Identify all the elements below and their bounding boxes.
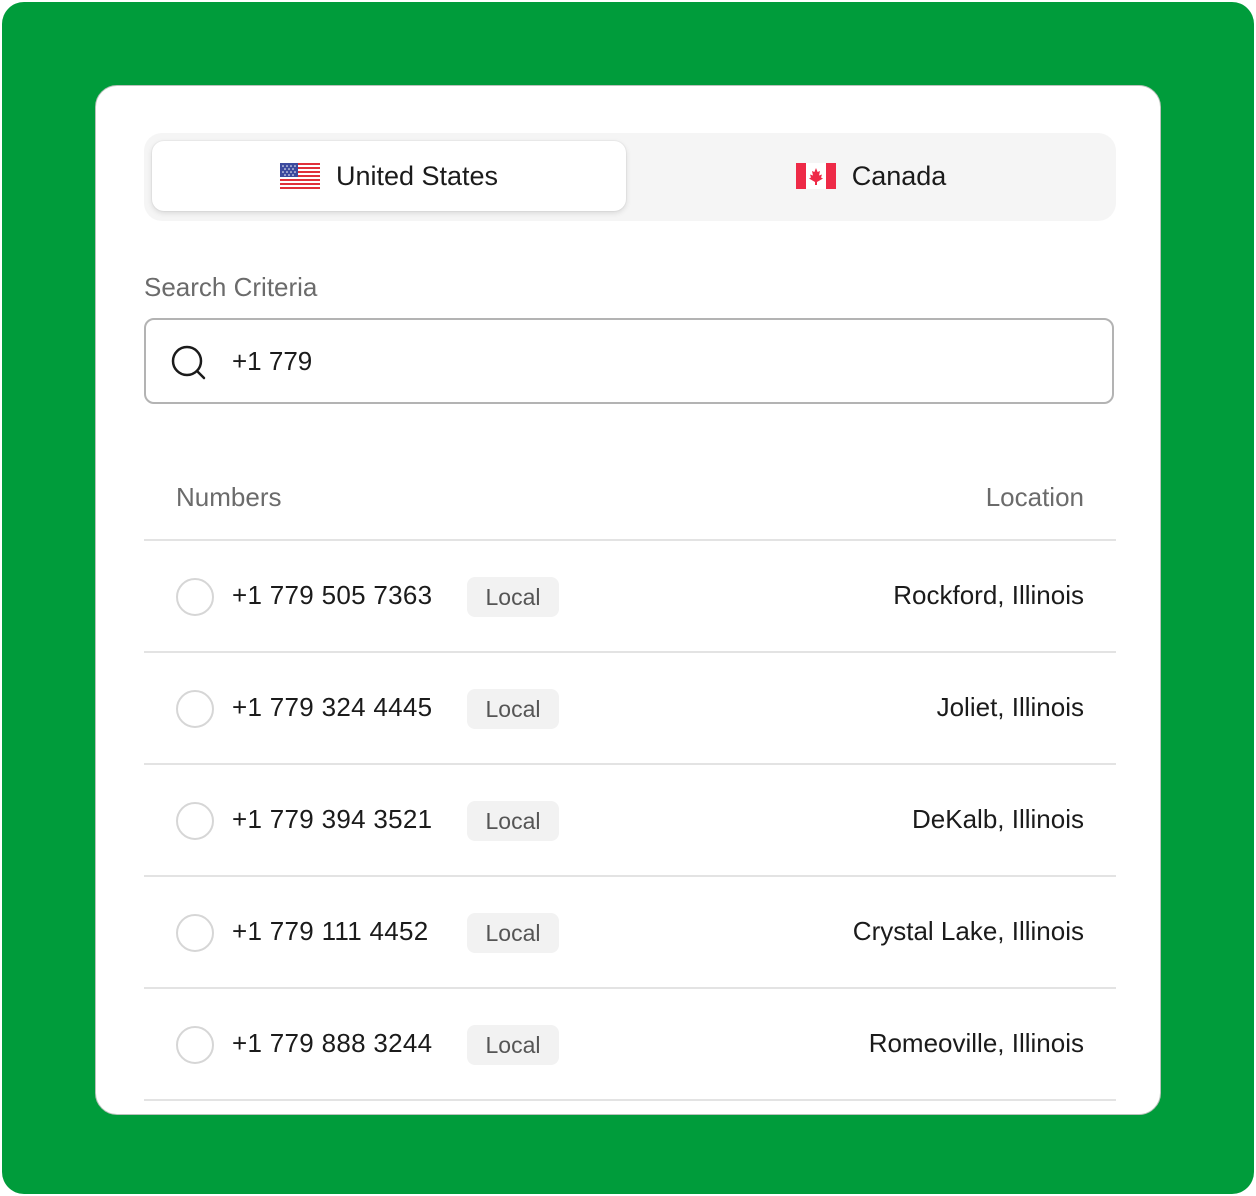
tab-united-states-label: United States [335,160,499,191]
row-location: Romeoville, Illinois [868,1028,1084,1058]
row-radio[interactable] [176,690,214,728]
row-radio[interactable] [176,802,214,840]
column-header-location: Location [985,482,1084,512]
tab-canada[interactable]: Canada [634,141,1108,211]
phone-number: +1 779 505 7363 [232,580,433,610]
number-type-badge: Local [467,577,559,617]
table-row[interactable]: +1 779 888 3244 Local Romeoville, Illino… [144,989,1116,1101]
column-header-numbers: Numbers [176,482,282,512]
table-row[interactable]: +1 779 111 4452 Local Crystal Lake, Illi… [144,877,1116,989]
table-row[interactable]: +1 779 394 3521 Local DeKalb, Illinois [144,765,1116,877]
table-row[interactable]: +1 779 324 4445 Local Joliet, Illinois [144,653,1116,765]
search-field[interactable] [144,318,1114,404]
tab-united-states[interactable]: United States [152,141,626,211]
phone-number: +1 779 888 3244 [232,1028,433,1058]
phone-number: +1 779 324 4445 [232,692,433,722]
us-flag-icon [279,163,320,189]
row-location: Rockford, Illinois [893,580,1084,610]
table-header: Numbers Location [144,456,1116,541]
page-background: United States Canada Search Criteria +1 … [2,2,1254,1194]
number-type-badge: Local [467,1025,559,1065]
number-type-badge: Local [467,913,559,953]
canada-flag-icon [795,163,836,189]
number-type-badge: Local [467,801,559,841]
row-location: Crystal Lake, Illinois [852,916,1084,946]
table-row[interactable]: +1 779 505 7363 Local Rockford, Illinois [144,541,1116,653]
row-location: Joliet, Illinois [936,692,1084,722]
tab-canada-label: Canada [851,160,947,191]
phone-number: +1 779 111 4452 [232,916,429,946]
row-radio[interactable] [176,1026,214,1064]
number-picker-card: United States Canada Search Criteria +1 … [95,85,1161,1115]
row-radio[interactable] [176,578,214,616]
country-switcher: United States Canada [144,133,1116,221]
search-criteria-label: Search Criteria [144,272,318,302]
numbers-list: +1 779 505 7363 Local Rockford, Illinois… [144,541,1116,1101]
search-icon [171,345,206,380]
row-radio[interactable] [176,914,214,952]
search-input[interactable] [232,334,1092,388]
phone-number: +1 779 394 3521 [232,804,433,834]
number-type-badge: Local [467,689,559,729]
row-location: DeKalb, Illinois [912,804,1084,834]
